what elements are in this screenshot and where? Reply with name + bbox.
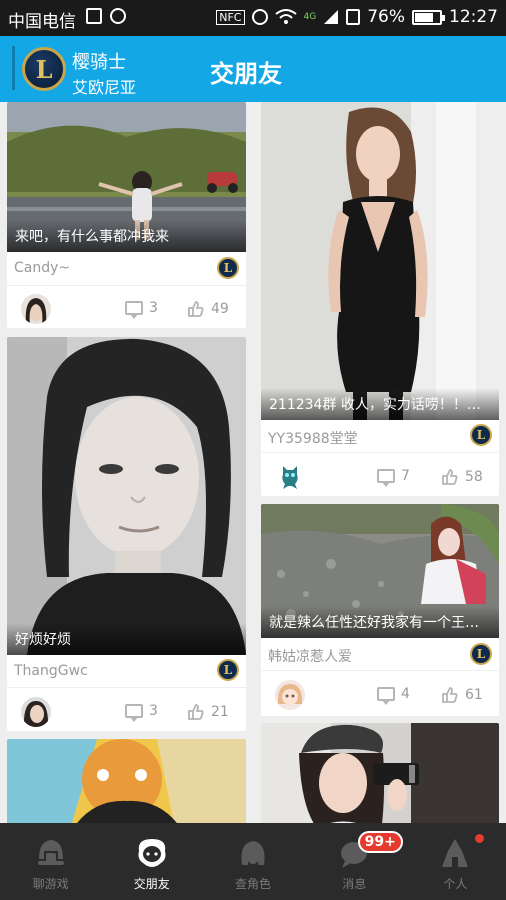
- post-card[interactable]: [261, 723, 499, 823]
- comment-icon: [125, 301, 143, 319]
- post-caption: 就是辣么任性还好我家有一个王者...: [261, 606, 499, 638]
- comment-icon: [125, 704, 143, 722]
- game-logo-icon[interactable]: L: [22, 47, 66, 91]
- post-card[interactable]: [7, 739, 246, 823]
- server-name[interactable]: 艾欧尼亚: [72, 74, 136, 98]
- thumbs-up-icon: [441, 686, 459, 704]
- like-count-value: 21: [211, 704, 229, 720]
- avatar[interactable]: [21, 294, 51, 324]
- clock: 12:27: [449, 7, 498, 27]
- app-header: L 樱骑士 艾欧尼亚 交朋友: [0, 36, 506, 102]
- wifi-icon: [274, 9, 297, 24]
- battery-fill: [415, 12, 434, 22]
- comment-count-value: 4: [401, 686, 410, 702]
- post-photo[interactable]: 好烦好烦: [7, 337, 246, 655]
- card-divider: [261, 670, 499, 671]
- avatar[interactable]: [21, 697, 51, 727]
- lol-game-icon: L: [217, 659, 239, 681]
- comment-icon: [377, 469, 395, 487]
- profile-icon: [442, 839, 469, 867]
- unread-badge: 99+: [357, 831, 403, 853]
- tab-label: 聊游戏: [32, 877, 69, 891]
- tab-messages[interactable]: 99+ 消息: [304, 823, 405, 900]
- post-caption: 好烦好烦: [7, 623, 246, 655]
- avatar[interactable]: [275, 680, 305, 710]
- like-count-value: 61: [465, 687, 483, 703]
- status-notification-icons: [86, 8, 126, 24]
- tab-label: 消息: [342, 877, 367, 891]
- post-author[interactable]: ThangGwc: [14, 663, 88, 679]
- username[interactable]: 樱骑士: [72, 48, 126, 74]
- post-author[interactable]: YY35988堂堂: [268, 428, 358, 448]
- like-count[interactable]: 49: [187, 300, 229, 318]
- post-author[interactable]: Candy~: [14, 260, 70, 276]
- signal-icon: [324, 10, 339, 24]
- post-photo[interactable]: [261, 723, 499, 823]
- post-author[interactable]: 韩姑凉惹人爱: [268, 646, 352, 666]
- post-photo[interactable]: 来吧，有什么事都冲我来: [7, 102, 246, 252]
- page-title: 交朋友: [210, 60, 282, 88]
- friends-icon: [138, 839, 166, 867]
- sim-icon: [346, 9, 361, 25]
- card-divider: [7, 285, 246, 286]
- tab-label: 交朋友: [133, 877, 170, 891]
- post-card[interactable]: 来吧，有什么事都冲我来 Candy~ L 3 49: [7, 102, 246, 328]
- character-icon: [241, 841, 265, 865]
- tab-profile[interactable]: 个人: [405, 823, 506, 900]
- comment-icon: [377, 687, 395, 705]
- alarm-icon: [251, 9, 268, 25]
- post-caption: 211234群 收人，实力话唠！！带...: [261, 388, 499, 420]
- tab-label: 个人: [443, 877, 468, 891]
- status-bar: 中国电信 NFC 4G 76% 12:27: [0, 0, 506, 36]
- comment-count-value: 3: [149, 300, 158, 316]
- comment-count[interactable]: 3: [125, 703, 158, 722]
- lol-game-icon: L: [470, 643, 492, 665]
- like-count[interactable]: 21: [187, 703, 229, 721]
- tab-make-friends[interactable]: 交朋友: [101, 823, 202, 900]
- image-notification-icon: [86, 8, 102, 24]
- tab-label: 查角色: [235, 877, 272, 891]
- friends-feed[interactable]: 来吧，有什么事都冲我来 Candy~ L 3 49 211234群 收人，实力话…: [0, 102, 506, 823]
- sync-notification-icon: [110, 8, 126, 24]
- comment-count-value: 3: [149, 703, 158, 719]
- like-count[interactable]: 58: [441, 468, 483, 486]
- post-photo[interactable]: 211234群 收人，实力话唠！！带...: [261, 102, 499, 420]
- post-card[interactable]: 211234群 收人，实力话唠！！带... YY35988堂堂 L 7 58: [261, 102, 499, 496]
- thumbs-up-icon: [441, 468, 459, 486]
- tab-chat-games[interactable]: 聊游戏: [0, 823, 101, 900]
- post-card[interactable]: 好烦好烦 ThangGwc L 3 21: [7, 337, 246, 731]
- lol-game-icon: L: [217, 257, 239, 279]
- card-divider: [7, 687, 246, 688]
- lol-game-icon: L: [470, 424, 492, 446]
- battery-percent: 76%: [367, 7, 405, 27]
- post-photo[interactable]: 就是辣么任性还好我家有一个王者...: [261, 504, 499, 638]
- post-photo[interactable]: [7, 739, 246, 823]
- carrier-name: 中国电信: [8, 12, 76, 32]
- battery-icon: [412, 9, 445, 25]
- card-divider: [261, 452, 499, 453]
- status-right-group: NFC 4G 76% 12:27: [216, 7, 498, 27]
- tab-find-character[interactable]: 查角色: [202, 823, 303, 900]
- notification-dot: [475, 834, 485, 843]
- like-count-value: 58: [465, 469, 483, 485]
- like-count-value: 49: [211, 301, 229, 317]
- nfc-icon: NFC: [216, 9, 245, 25]
- network-type-label: 4G: [303, 11, 317, 22]
- post-caption: 来吧，有什么事都冲我来: [7, 220, 246, 252]
- like-count[interactable]: 61: [441, 686, 483, 704]
- thumbs-up-icon: [187, 300, 205, 318]
- comment-count[interactable]: 7: [377, 468, 410, 487]
- comment-count[interactable]: 4: [377, 686, 410, 705]
- post-card[interactable]: 就是辣么任性还好我家有一个王者... 韩姑凉惹人爱 L 4 61: [261, 504, 499, 716]
- comment-count[interactable]: 3: [125, 300, 158, 319]
- avatar[interactable]: [275, 460, 305, 490]
- bottom-tab-bar: 聊游戏 交朋友 查角色 99+ 消息 个人: [0, 823, 506, 900]
- comment-count-value: 7: [401, 468, 410, 484]
- thumbs-up-icon: [187, 703, 205, 721]
- helmet-icon: [37, 840, 64, 865]
- header-divider: [12, 46, 15, 90]
